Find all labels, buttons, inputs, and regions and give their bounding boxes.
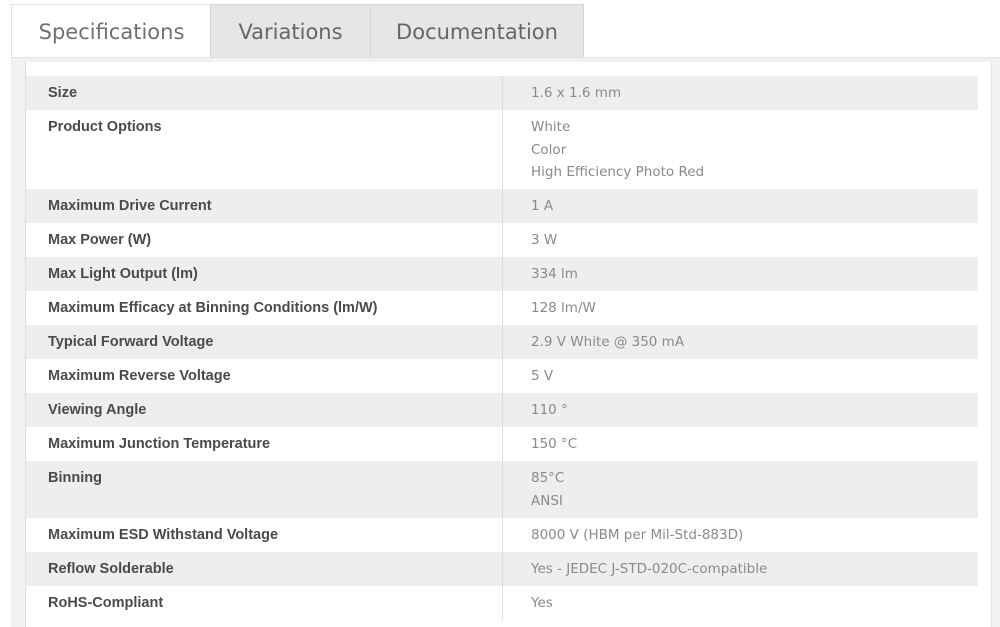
spec-value-line: 8000 V (HBM per Mil-Std-883D) <box>531 526 744 543</box>
spec-value: 8000 V (HBM per Mil-Std-883D) <box>503 518 978 552</box>
spec-value: White Color High Efficiency Photo Red <box>503 110 978 189</box>
spec-value: 1 A <box>503 189 978 223</box>
spec-label: RoHS-Compliant <box>26 585 503 620</box>
table-row: Size 1.6 x 1.6 mm <box>26 76 978 110</box>
spec-value-line: White <box>531 119 571 135</box>
table-row: RoHS-Compliant Yes <box>26 585 978 620</box>
spec-label: Typical Forward Voltage <box>26 325 503 359</box>
tab-specifications[interactable]: Specifications <box>11 4 211 58</box>
spec-value-line: 5 V <box>531 368 554 384</box>
spec-value: 150 °C <box>503 427 978 461</box>
spec-value: 334 lm <box>503 257 978 291</box>
spec-value-line: 334 lm <box>531 266 578 282</box>
spec-label: Size <box>26 76 503 110</box>
spec-value: 85°C ANSI <box>503 461 978 518</box>
spec-table: Size 1.6 x 1.6 mm Product Options White Colo… <box>26 76 978 620</box>
table-row: Maximum Efficacy at Binning Conditions (… <box>26 291 978 325</box>
spec-label: Maximum Reverse Voltage <box>26 359 503 393</box>
spec-value-line: 2.9 V White @ 350 mA <box>531 334 685 350</box>
spec-label: Max Power (W) <box>26 223 503 257</box>
spec-value: Yes <box>503 586 978 620</box>
tab-documentation[interactable]: Documentation <box>370 4 584 58</box>
specifications-content: Size 1.6 x 1.6 mm Product Options White Colo… <box>25 62 992 627</box>
spec-value-line: Yes - JEDEC J-STD-020C-compatible <box>531 560 768 577</box>
spec-value-line: Yes <box>531 594 553 611</box>
spec-value: 2.9 V White @ 350 mA <box>503 325 978 359</box>
table-row: Reflow Solderable Yes - JEDEC J-STD-020C-… <box>26 551 978 586</box>
table-row: Maximum Drive Current 1 A <box>26 189 978 223</box>
spec-value-line: 1 A <box>531 198 554 214</box>
spec-value: 3 W <box>503 223 978 257</box>
spec-value: 5 V <box>503 359 978 393</box>
table-row: Maximum Reverse Voltage 5 V <box>26 359 978 393</box>
specifications-panel: Size 1.6 x 1.6 mm Product Options White Colo… <box>11 57 1000 627</box>
spec-value-line: ANSI <box>531 492 563 509</box>
tab-variations[interactable]: Variations <box>210 4 371 58</box>
spec-label: Maximum Drive Current <box>26 189 503 223</box>
spec-label: Maximum Junction Temperature <box>26 427 503 461</box>
table-row: Product Options White Color High Efficiency… <box>26 110 978 189</box>
spec-label: Max Light Output (lm) <box>26 257 503 291</box>
tab-bar: Specifications Variations Documentation <box>11 4 584 58</box>
spec-value-line: 3 W <box>531 232 558 248</box>
spec-value-line: 128 lm/W <box>531 300 596 316</box>
spec-value-line: Color <box>531 141 567 158</box>
spec-value-line: 1.6 x 1.6 mm <box>531 85 622 101</box>
spec-value: 110 ° <box>503 393 978 427</box>
table-row: Max Power (W) 3 W <box>26 223 978 257</box>
spec-label: Reflow Solderable <box>26 551 503 586</box>
spec-value-line: 150 °C <box>531 436 578 452</box>
spec-label: Maximum ESD Withstand Voltage <box>26 517 503 552</box>
spec-value-line: High Efficiency Photo Red <box>531 164 705 180</box>
spec-label: Viewing Angle <box>26 393 503 427</box>
spec-value-line: 110 ° <box>531 402 568 418</box>
product-spec-page: Specifications Variations Documentation … <box>0 0 1000 627</box>
spec-label: Product Options <box>26 110 503 189</box>
spec-label: Binning <box>26 461 503 518</box>
spec-value-line: 85°C <box>531 470 565 486</box>
spec-label: Maximum Efficacy at Binning Conditions (… <box>26 291 503 325</box>
spec-value: 128 lm/W <box>503 291 978 325</box>
table-row: Viewing Angle 110 ° <box>26 393 978 427</box>
table-row: Maximum ESD Withstand Voltage 8000 V (HBM… <box>26 517 978 552</box>
table-row: Maximum Junction Temperature 150 °C <box>26 427 978 461</box>
spec-value: Yes - JEDEC J-STD-020C-compatible <box>503 552 978 586</box>
table-row: Binning 85°C ANSI <box>26 461 978 518</box>
spec-value: 1.6 x 1.6 mm <box>503 76 978 110</box>
table-row: Max Light Output (lm) 334 lm <box>26 257 978 291</box>
table-row: Typical Forward Voltage 2.9 V White @ 350… <box>26 325 978 359</box>
